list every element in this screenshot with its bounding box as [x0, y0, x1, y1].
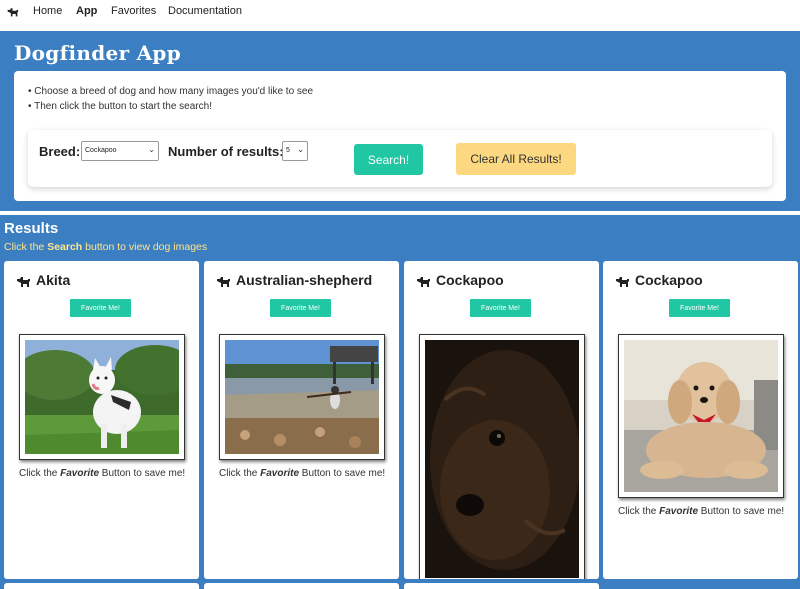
- results-section: Results Click the Search button to view …: [0, 215, 800, 589]
- favorite-button[interactable]: Favorite Me!: [70, 299, 131, 317]
- caption-bold: Favorite: [260, 468, 300, 479]
- top-nav: Home App Favorites Documentation: [0, 0, 800, 24]
- caption-prefix: Click the: [618, 506, 660, 517]
- count-select[interactable]: 5 ⌄: [282, 141, 308, 161]
- dog-icon: [417, 277, 430, 287]
- caption-suffix: Button to save me!: [698, 506, 785, 517]
- favorite-button[interactable]: Favorite Me!: [270, 299, 331, 317]
- results-hint-suffix: button to view dog images: [82, 241, 208, 253]
- caption-prefix: Click the: [219, 468, 261, 479]
- chevron-down-icon: ⌄: [297, 145, 304, 154]
- card-caption: Click the Favorite Button to save me!: [19, 466, 189, 481]
- results-hint-prefix: Click the: [4, 241, 48, 253]
- dog-icon: [616, 277, 629, 287]
- instruction-line-2: • Then click the button to start the sea…: [28, 101, 212, 112]
- nav-favorites[interactable]: Favorites: [111, 5, 156, 17]
- dog-card: Cockapoo Favorite Me!: [603, 261, 798, 579]
- search-button[interactable]: Search!: [354, 144, 423, 175]
- dog-icon: [217, 277, 230, 287]
- breed-select[interactable]: Cockapoo ⌄: [81, 141, 159, 161]
- caption-prefix: Click the: [19, 468, 61, 479]
- caption-bold: Favorite: [60, 468, 100, 479]
- dog-card: Cockapoo Favorite Me!: [404, 261, 599, 579]
- caption-suffix: Button to save me!: [299, 468, 386, 479]
- cockapoo-dark-image: [425, 340, 579, 578]
- next-card-edge: [204, 583, 399, 589]
- breed-label: Breed:: [39, 144, 81, 159]
- dog-photo: [618, 334, 784, 498]
- results-hint-bold: Search: [47, 241, 83, 253]
- clear-results-button[interactable]: Clear All Results!: [456, 143, 576, 175]
- results-hint: Click the Search button to view dog imag…: [4, 241, 207, 253]
- chevron-down-icon: ⌄: [148, 145, 155, 154]
- dog-card: Australian-shepherd Favorite Me! Click t…: [204, 261, 399, 579]
- count-select-value: 5: [286, 147, 290, 154]
- results-title: Results: [4, 220, 59, 237]
- caption-bold: Favorite: [659, 506, 699, 517]
- card-title: Akita: [36, 272, 71, 288]
- card-title: Australian-shepherd: [236, 272, 373, 288]
- dog-photo: [419, 334, 585, 579]
- breed-select-value: Cockapoo: [85, 147, 117, 154]
- count-label: Number of results:: [168, 144, 284, 159]
- dog-icon[interactable]: [6, 5, 19, 18]
- favorite-button[interactable]: Favorite Me!: [470, 299, 531, 317]
- header-section: Dogfinder App • Choose a breed of dog an…: [0, 31, 800, 211]
- nav-home[interactable]: Home: [33, 5, 62, 17]
- dog-photo: [19, 334, 185, 460]
- dog-card: Akita Favorite Me! Click the Favorite Bu…: [4, 261, 199, 579]
- card-title: Cockapoo: [635, 272, 703, 288]
- instruction-line-1: • Choose a breed of dog and how many ima…: [28, 86, 314, 97]
- dog-icon: [17, 277, 30, 287]
- card-title: Cockapoo: [436, 272, 504, 288]
- app-title: Dogfinder App: [14, 41, 182, 65]
- card-caption: Click the Favorite Button to save me!: [618, 504, 788, 519]
- next-card-edge: [404, 583, 599, 589]
- card-caption: Click the Favorite Button to save me!: [219, 466, 389, 481]
- next-card-edge: [4, 583, 199, 589]
- dog-photo: [219, 334, 385, 460]
- intro-box: • Choose a breed of dog and how many ima…: [14, 71, 786, 201]
- australian-shepherd-image: [225, 340, 379, 454]
- cockapoo-image: [624, 340, 778, 492]
- search-form: Breed: Cockapoo ⌄ Number of results: 5 ⌄…: [28, 130, 772, 187]
- nav-documentation[interactable]: Documentation: [168, 5, 242, 17]
- akita-image: [25, 340, 179, 454]
- nav-app[interactable]: App: [76, 5, 97, 17]
- favorite-button[interactable]: Favorite Me!: [669, 299, 730, 317]
- caption-suffix: Button to save me!: [99, 468, 186, 479]
